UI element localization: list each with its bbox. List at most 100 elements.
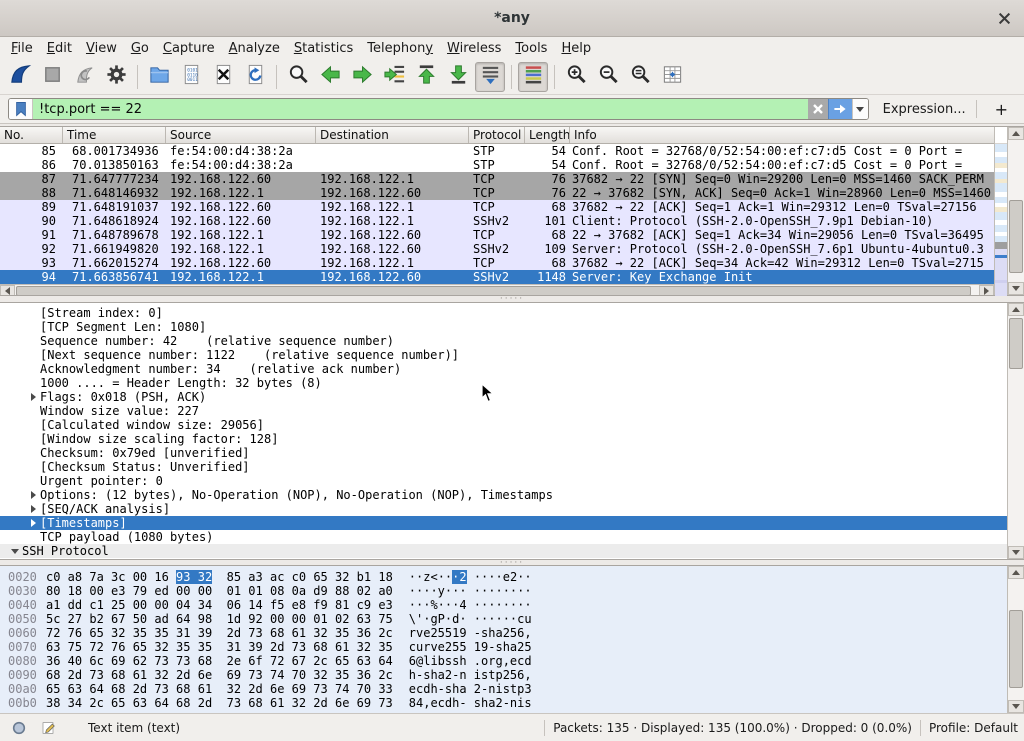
menu-analyze[interactable]: Analyze: [222, 39, 287, 58]
column-header-destination[interactable]: Destination: [316, 127, 469, 143]
column-header-length[interactable]: Length: [525, 127, 570, 143]
detail-row[interactable]: TCP payload (1080 bytes): [0, 530, 1024, 544]
detail-scroll-thumb[interactable]: [1009, 318, 1023, 369]
packet-row-89[interactable]: 8971.648191037192.168.122.60192.168.122.…: [0, 200, 994, 214]
detail-row[interactable]: SSH Protocol: [0, 544, 1024, 558]
detail-row[interactable]: [Window size scaling factor: 128]: [0, 432, 1024, 446]
go-forward-button[interactable]: [347, 62, 377, 92]
scroll-up-icon[interactable]: [1008, 303, 1024, 316]
scroll-down-icon[interactable]: [1008, 700, 1024, 713]
packet-row-90[interactable]: 9071.648618924192.168.122.60192.168.122.…: [0, 214, 994, 228]
menu-file[interactable]: File: [4, 39, 40, 58]
auto-scroll-button[interactable]: [475, 62, 505, 92]
menu-help[interactable]: Help: [554, 39, 598, 58]
column-header-source[interactable]: Source: [166, 127, 316, 143]
add-filter-button[interactable]: +: [987, 100, 1016, 119]
hscroll-track[interactable]: [15, 285, 979, 295]
column-header-protocol[interactable]: Protocol: [469, 127, 525, 143]
scroll-down-icon[interactable]: [1008, 546, 1024, 559]
bytes-scroll-track[interactable]: [1008, 579, 1024, 700]
menu-wireless[interactable]: Wireless: [440, 39, 508, 58]
hex-row[interactable]: 008036 40 6c 69 62 73 73 68 2e 6f 72 67 …: [0, 654, 1024, 668]
hex-row[interactable]: 007063 75 72 76 65 32 35 35 31 39 2d 73 …: [0, 640, 1024, 654]
find-button[interactable]: [283, 62, 313, 92]
detail-row[interactable]: Checksum: 0x79ed [unverified]: [0, 446, 1024, 460]
scroll-right-icon[interactable]: [979, 285, 994, 295]
collapse-arrow-icon[interactable]: [8, 549, 22, 554]
vscroll-track[interactable]: [1008, 140, 1024, 282]
detail-row[interactable]: [Next sequence number: 1122 (relative se…: [0, 348, 1024, 362]
vscroll-thumb[interactable]: [1009, 200, 1023, 274]
menu-view[interactable]: View: [79, 39, 124, 58]
packet-row-87[interactable]: 8771.647777234192.168.122.60192.168.122.…: [0, 172, 994, 186]
scroll-down-icon[interactable]: [1008, 282, 1024, 295]
filter-apply-icon[interactable]: [828, 99, 852, 119]
menu-statistics[interactable]: Statistics: [287, 39, 360, 58]
file-close-button[interactable]: [208, 62, 238, 92]
detail-row[interactable]: [Timestamps]: [0, 516, 1024, 530]
bytes-vscrollbar[interactable]: [1007, 566, 1024, 713]
scroll-left-icon[interactable]: [0, 285, 15, 295]
menu-edit[interactable]: Edit: [40, 39, 79, 58]
menu-telephony[interactable]: Telephony: [360, 39, 440, 58]
packet-row-91[interactable]: 9171.648789678192.168.122.1192.168.122.6…: [0, 228, 994, 242]
filter-bookmark-icon[interactable]: [9, 99, 33, 119]
hex-row[interactable]: 00a065 63 64 68 2d 73 68 61 32 2d 6e 69 …: [0, 682, 1024, 696]
filter-history-dropdown[interactable]: [852, 99, 868, 119]
expert-info-icon[interactable]: [8, 719, 30, 737]
capture-options-button[interactable]: [101, 62, 131, 92]
close-window-icon[interactable]: [994, 8, 1014, 28]
detail-row[interactable]: Sequence number: 42 (relative sequence n…: [0, 334, 1024, 348]
filter-clear-icon[interactable]: [808, 99, 828, 119]
menu-go[interactable]: Go: [124, 39, 156, 58]
hex-row[interactable]: 003080 18 00 e3 79 ed 00 00 01 01 08 0a …: [0, 584, 1024, 598]
detail-vscrollbar[interactable]: [1007, 303, 1024, 559]
detail-row[interactable]: 1000 .... = Header Length: 32 bytes (8): [0, 376, 1024, 390]
capture-comment-icon[interactable]: [38, 719, 60, 737]
scroll-up-icon[interactable]: [1008, 566, 1024, 579]
zoom-original-button[interactable]: [625, 62, 655, 92]
detail-row[interactable]: Urgent pointer: 0: [0, 474, 1024, 488]
expand-arrow-icon[interactable]: [26, 393, 40, 401]
detail-row[interactable]: SSH Version 2 (encryption:chacha20-poly1…: [0, 558, 1024, 560]
hscroll-thumb[interactable]: [16, 286, 971, 295]
expand-arrow-icon[interactable]: [26, 519, 40, 527]
hex-row[interactable]: 009068 2d 73 68 61 32 2d 6e 69 73 74 70 …: [0, 668, 1024, 682]
resize-columns-button[interactable]: [657, 62, 687, 92]
expand-arrow-icon[interactable]: [26, 505, 40, 513]
detail-row[interactable]: Acknowledgment number: 34 (relative ack …: [0, 362, 1024, 376]
detail-row[interactable]: Window size value: 227: [0, 404, 1024, 418]
detail-row[interactable]: Options: (12 bytes), No-Operation (NOP),…: [0, 488, 1024, 502]
expand-arrow-icon[interactable]: [26, 491, 40, 499]
expression-button[interactable]: Expression...: [883, 102, 966, 117]
detail-row[interactable]: [SEQ/ACK analysis]: [0, 502, 1024, 516]
hex-row[interactable]: 0040a1 dd c1 25 00 00 04 34 06 14 f5 e8 …: [0, 598, 1024, 612]
go-to-packet-button[interactable]: [379, 62, 409, 92]
menu-tools[interactable]: Tools: [508, 39, 554, 58]
status-profile[interactable]: Profile: Default: [929, 721, 1018, 735]
hex-row[interactable]: 00505c 27 b2 67 50 ad 64 98 1d 92 00 00 …: [0, 612, 1024, 626]
capture-restart-button[interactable]: [69, 62, 99, 92]
go-first-button[interactable]: [411, 62, 441, 92]
packet-row-94[interactable]: 9471.663856741192.168.122.1192.168.122.6…: [0, 270, 994, 284]
menu-capture[interactable]: Capture: [156, 39, 222, 58]
packet-row-92[interactable]: 9271.661949820192.168.122.1192.168.122.6…: [0, 242, 994, 256]
packet-list-vscrollbar[interactable]: [1007, 127, 1024, 295]
packet-row-85[interactable]: 8568.001734936fe:54:00:d4:38:2aSTP54Conf…: [0, 144, 994, 158]
detail-scroll-track[interactable]: [1008, 316, 1024, 546]
column-header-info[interactable]: Info: [570, 127, 994, 143]
display-filter-input[interactable]: !tcp.port == 22: [33, 99, 808, 119]
file-open-button[interactable]: [144, 62, 174, 92]
column-header-time[interactable]: Time: [63, 127, 166, 143]
detail-row[interactable]: [Calculated window size: 29056]: [0, 418, 1024, 432]
zoom-out-button[interactable]: [593, 62, 623, 92]
packet-row-88[interactable]: 8871.648146932192.168.122.1192.168.122.6…: [0, 186, 994, 200]
file-save-button[interactable]: 010101100011: [176, 62, 206, 92]
column-header-no[interactable]: No.: [0, 127, 63, 143]
packet-list-minimap[interactable]: [994, 127, 1007, 295]
detail-row[interactable]: [TCP Segment Len: 1080]: [0, 320, 1024, 334]
zoom-in-button[interactable]: [561, 62, 591, 92]
colorize-button[interactable]: [518, 62, 548, 92]
packet-list-hscrollbar[interactable]: [0, 284, 994, 295]
capture-start-button[interactable]: [5, 62, 35, 92]
